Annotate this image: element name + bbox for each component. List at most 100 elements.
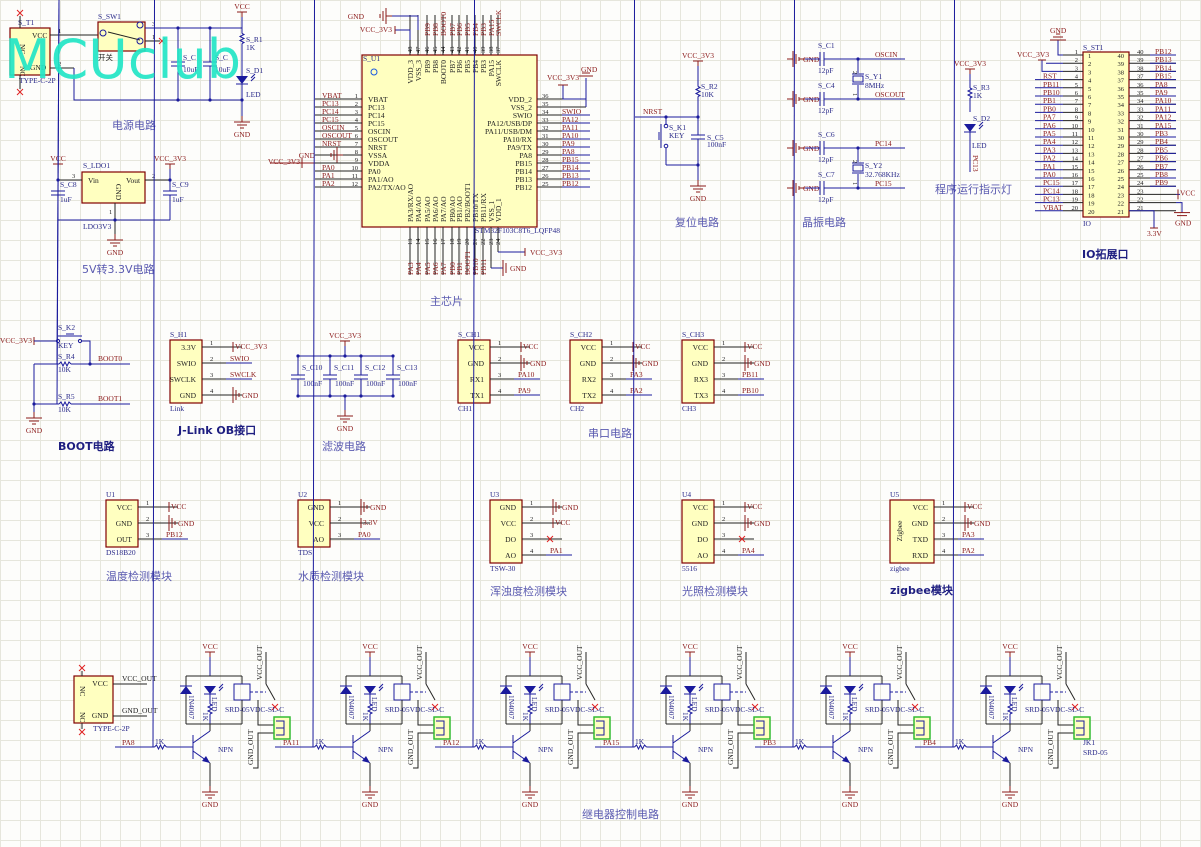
label: S_C4 (818, 81, 835, 90)
label: 2 (146, 516, 149, 523)
label: SWCLK (494, 9, 503, 36)
label: VCC_OUT (735, 645, 744, 680)
label: GND_OUT (246, 729, 255, 765)
label: 32 (1118, 119, 1125, 126)
relay-switch-icon (425, 683, 436, 701)
label: 2 (355, 101, 358, 108)
gnd-label: GND (202, 800, 219, 809)
label: VCC (635, 342, 650, 351)
schematic-sheet: 电源电路 5V转3.3V电路主芯片 复位电路 晶振电路 程序运行指示灯 IO拓展口 BOOT… (0, 0, 1195, 821)
label: 5516 (682, 564, 697, 573)
label: 46 (424, 46, 431, 53)
label: TX3 (694, 391, 708, 400)
junction-dot (328, 394, 332, 398)
label: 42 (456, 47, 463, 54)
label: 4 (210, 388, 214, 395)
label: 1 (851, 93, 858, 96)
label: 21 (1118, 209, 1125, 216)
label: 1K (521, 712, 530, 722)
label: 18 (1088, 192, 1095, 199)
label: VCC (693, 503, 708, 512)
label: VSS_3 (414, 60, 423, 82)
junction-dot (359, 394, 363, 398)
junction-dot (296, 394, 300, 398)
label: S_C11 (334, 363, 354, 372)
label: 3 (530, 532, 533, 539)
label: 1K (635, 737, 645, 746)
label: S_CH3 (682, 330, 704, 339)
label: 1N4007 (667, 695, 676, 719)
label: OSCIN (875, 50, 898, 59)
label: 100nF (303, 379, 322, 388)
label: 10K (58, 365, 72, 374)
label: 2 (610, 356, 613, 363)
label: PA12 (443, 738, 460, 747)
label: 12pF (818, 195, 833, 204)
label: NC (78, 686, 87, 696)
diode-icon (980, 686, 992, 694)
label: GND (1050, 26, 1067, 35)
label: 32.768KHz (865, 170, 900, 179)
wire (395, 29, 411, 40)
label: 3 (355, 109, 358, 116)
relay-switch-icon (745, 683, 756, 701)
label: PB11 (479, 258, 488, 275)
label: RX3 (694, 375, 708, 384)
power-label: VCC_3V3 (329, 331, 361, 340)
gnd-label: GND (107, 248, 124, 257)
label: RX1 (470, 375, 484, 384)
label: GND (692, 519, 709, 528)
power-label: VCC_3V3 (154, 154, 186, 163)
label: S_U1 (363, 54, 380, 63)
label: 3.3V (181, 343, 196, 352)
label: GND (581, 65, 598, 74)
label: AO (697, 551, 708, 560)
gnd-label: GND (348, 12, 365, 21)
wire (832, 730, 851, 744)
label: 1K (361, 712, 370, 722)
junction-dot (176, 98, 180, 102)
label: 2 (851, 160, 858, 163)
label: PA9 (518, 386, 531, 395)
label: 36 (542, 93, 549, 100)
diode-icon (340, 686, 352, 694)
label: 32 (542, 125, 549, 132)
label: VCC_OUT (255, 645, 264, 680)
label: 2 (498, 356, 501, 363)
gnd-label: GND (690, 194, 707, 203)
label: 4 (722, 388, 726, 395)
label: 3 (942, 532, 945, 539)
label: PA1 (550, 546, 563, 555)
label: 1K (246, 43, 256, 52)
label: 25 (1118, 176, 1125, 183)
label: 13 (1088, 151, 1095, 158)
label: RXD (912, 551, 928, 560)
junction-dot (296, 354, 300, 358)
section-title-uart: 串口电路 (588, 427, 632, 440)
label: NC (78, 712, 87, 722)
label: 26 (542, 173, 549, 180)
gnd-label: GND (299, 151, 316, 160)
key-contact (663, 143, 669, 149)
gnd-label: GND (842, 800, 859, 809)
section-title-jlink: J-Link OB接口 (177, 423, 256, 437)
label: VCC_3V3 (0, 336, 32, 345)
junction-dot (208, 98, 212, 102)
label: 23 (1118, 192, 1125, 199)
label: 37 (495, 46, 502, 53)
label: GND (562, 503, 579, 512)
label: SRD-05VDC-SL-C (385, 705, 444, 714)
label: VCC (747, 502, 762, 511)
label: 1K (681, 712, 690, 722)
label: TYPE-C-2P (93, 724, 130, 733)
label: CH3 (682, 404, 696, 413)
junction-dot (391, 354, 395, 358)
label: AO (505, 551, 516, 560)
label: Vout (126, 176, 141, 185)
label: 34 (542, 109, 549, 116)
label: VDD_1 (494, 198, 503, 222)
npn-arrow-icon (362, 756, 370, 763)
label: GND (116, 519, 133, 528)
label: 33 (542, 117, 549, 124)
label: 1 (109, 209, 112, 216)
